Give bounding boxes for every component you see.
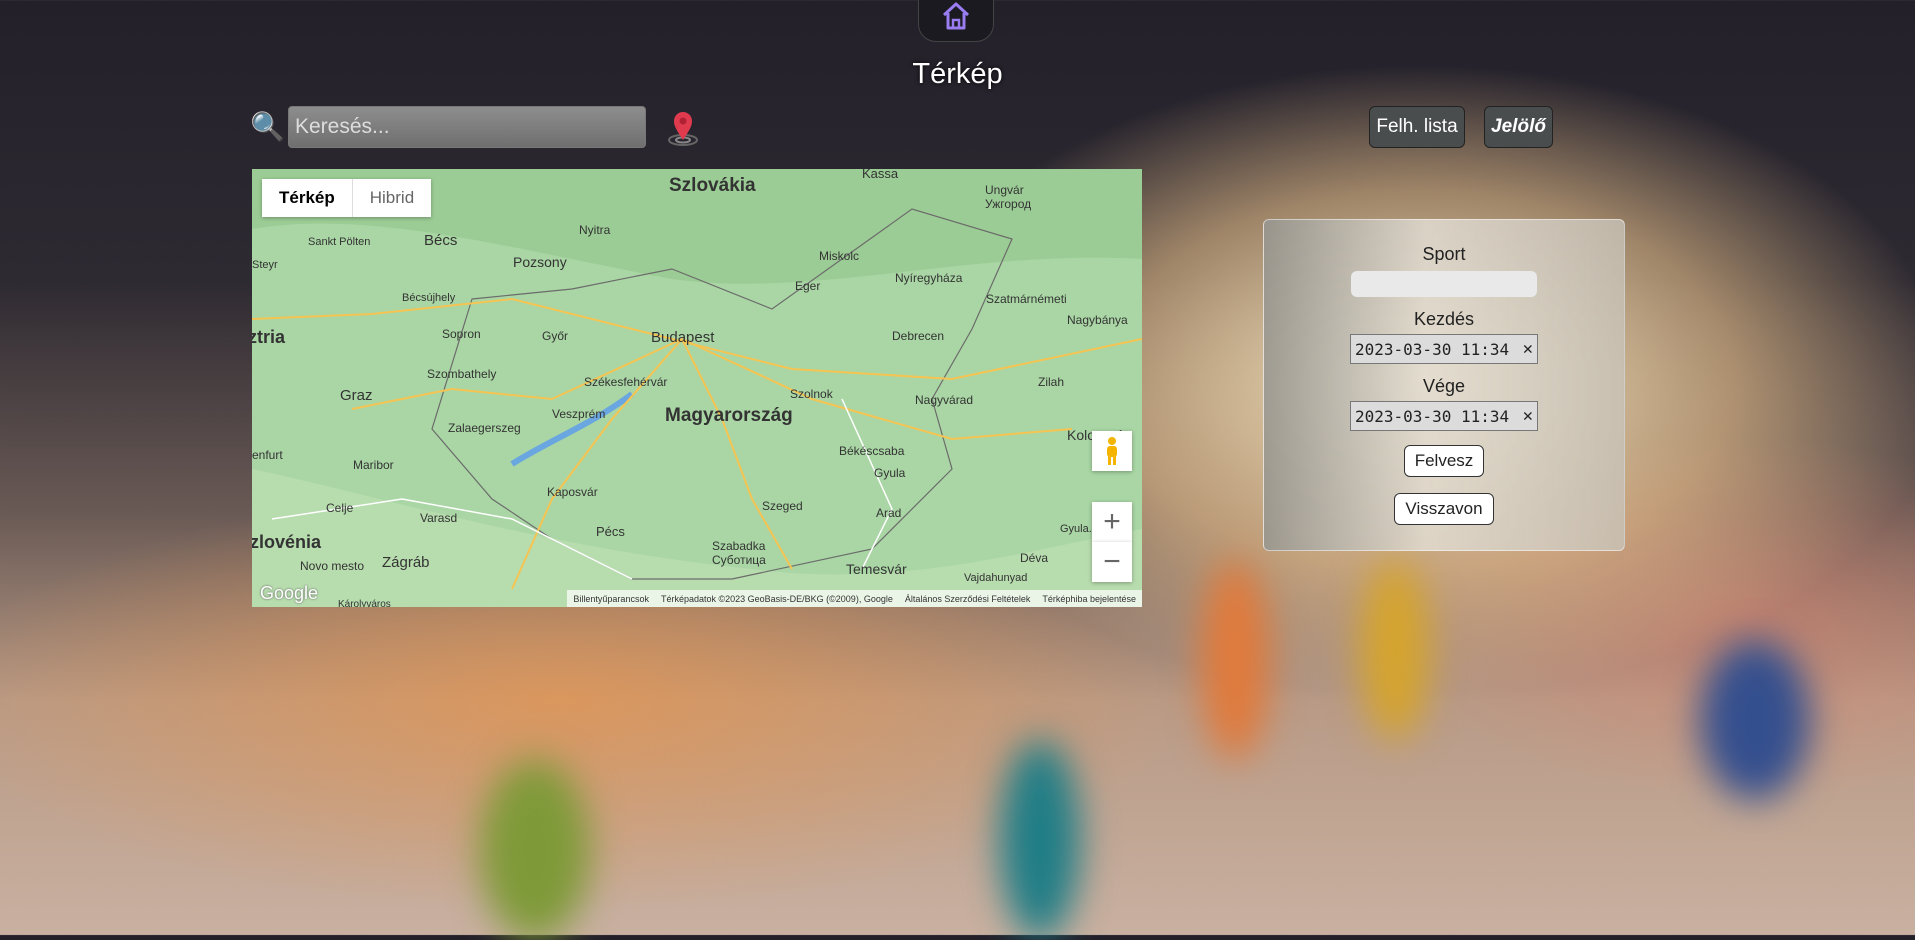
map-place-label: Békéscsaba bbox=[839, 444, 905, 458]
home-icon bbox=[942, 2, 970, 30]
map-place-label: Budapest bbox=[651, 329, 715, 346]
map-place-label: Bécsújhely bbox=[402, 292, 456, 304]
map-place-label: Szeged bbox=[762, 499, 803, 513]
keyboard-shortcuts-link[interactable]: Billentyűparancsok bbox=[573, 594, 649, 604]
map-type-tabs: Térkép Hibrid bbox=[262, 179, 432, 217]
report-error-link[interactable]: Térképhiba bejelentése bbox=[1042, 594, 1136, 604]
terms-link[interactable]: Általános Szerződési Feltételek bbox=[905, 594, 1031, 604]
map-place-label: Bécs bbox=[424, 232, 458, 249]
map-terrain bbox=[252, 169, 1142, 607]
map-place-label: Nagyvárad bbox=[915, 393, 974, 407]
zoom-out-button[interactable]: − bbox=[1092, 542, 1132, 582]
map-place-label: Eger bbox=[795, 279, 821, 293]
sport-field[interactable] bbox=[1351, 271, 1537, 297]
map-place-label: Szlovákia bbox=[669, 175, 756, 196]
map-place-label: Debrecen bbox=[892, 329, 945, 343]
map-place-label: enfurt bbox=[252, 448, 283, 462]
map-place-label: Pécs bbox=[596, 524, 625, 539]
search-input[interactable] bbox=[288, 106, 646, 148]
map-place-label: Magyarország bbox=[665, 405, 793, 426]
map-place-label: Pozsony bbox=[513, 254, 567, 270]
map-place-label: ztria bbox=[252, 327, 286, 347]
end-label: Vége bbox=[1422, 376, 1466, 396]
map-place-label: Graz bbox=[340, 387, 373, 404]
map-place-label: Ungvár Ужгород bbox=[985, 183, 1032, 211]
map-place-label: Kassa bbox=[862, 169, 899, 181]
user-list-button[interactable]: Felh. lista bbox=[1369, 106, 1465, 148]
start-datetime-field[interactable]: 2023-03-30 11:34 ✕ bbox=[1350, 334, 1538, 364]
home-button[interactable] bbox=[918, 0, 994, 42]
google-logo: Google bbox=[260, 583, 319, 603]
map-place-label: Déva bbox=[1020, 551, 1049, 565]
map-place-label: Gyula bbox=[874, 466, 906, 480]
pegman-icon bbox=[1107, 437, 1117, 465]
map-attribution: Billentyűparancsok Térképadatok ©2023 Ge… bbox=[567, 590, 1142, 607]
map-tab-terkep[interactable]: Térkép bbox=[262, 179, 352, 217]
undo-button[interactable]: Visszavon bbox=[1394, 493, 1494, 525]
map-data-credit: Térképadatok ©2023 GeoBasis-DE/BKG (©200… bbox=[660, 593, 893, 604]
map-place-label: Novo mesto bbox=[300, 559, 365, 573]
start-datetime-value: 2023-03-30 11:34 bbox=[1355, 339, 1510, 359]
page-title: Térkép bbox=[912, 58, 1003, 90]
clear-icon[interactable]: ✕ bbox=[1523, 406, 1533, 426]
map-place-label: Szabadka Суботица bbox=[712, 539, 766, 567]
location-pin-icon[interactable] bbox=[666, 110, 700, 150]
map-place-label: Maribor bbox=[353, 458, 394, 472]
end-datetime-field[interactable]: 2023-03-30 11:34 ✕ bbox=[1350, 401, 1538, 431]
map-place-label: Nagybánya bbox=[1067, 313, 1128, 327]
map-place-label: Szatmárnémeti bbox=[986, 292, 1067, 306]
map-place-label: Székesfehérvár bbox=[584, 375, 668, 389]
clear-icon[interactable]: ✕ bbox=[1523, 339, 1533, 359]
map-place-label: Szombathely bbox=[427, 367, 497, 381]
map-place-label: Varasd bbox=[420, 511, 458, 525]
map-place-label: Szolnok bbox=[790, 387, 833, 401]
street-view-button[interactable] bbox=[1092, 431, 1132, 471]
map-place-label: Zágráb bbox=[382, 554, 430, 571]
end-datetime-value: 2023-03-30 11:34 bbox=[1355, 406, 1510, 426]
background-blur-shape bbox=[1200, 560, 1270, 760]
map-place-label: Győr bbox=[542, 329, 569, 343]
add-button[interactable]: Felvesz bbox=[1403, 445, 1485, 477]
map-place-label: Zalaegerszeg bbox=[448, 421, 521, 435]
map-place-label: Sopron bbox=[442, 327, 481, 341]
zoom-in-button[interactable]: + bbox=[1092, 502, 1132, 543]
map-place-label: Miskolc bbox=[819, 249, 860, 263]
map-place-label: Steyr bbox=[252, 259, 278, 271]
map-place-label: Celje bbox=[326, 501, 354, 515]
marker-button[interactable]: Jelölő bbox=[1484, 106, 1553, 148]
map-place-label: Nyitra bbox=[579, 223, 611, 237]
map-place-label: zlovénia bbox=[252, 532, 322, 552]
map-place-label: Nyíregyháza bbox=[895, 271, 963, 285]
map-place-label: Zilah bbox=[1038, 375, 1065, 389]
map-view[interactable]: Szlovákia Magyarország Budapest Bécs Poz… bbox=[252, 169, 1142, 607]
event-form-panel: Sport Kezdés 2023-03-30 11:34 ✕ Vége 202… bbox=[1263, 219, 1625, 551]
background-blur-shape bbox=[1700, 640, 1810, 800]
background-blur-shape bbox=[480, 760, 590, 940]
map-place-label: Arad bbox=[876, 506, 902, 520]
background-blur-shape bbox=[1360, 560, 1430, 740]
map-tab-hibrid[interactable]: Hibrid bbox=[351, 179, 431, 217]
map-place-label: Károlyváros bbox=[338, 599, 391, 607]
map-place-label: Sankt Pölten bbox=[308, 236, 371, 248]
map-place-label: Vajdahunyad bbox=[964, 572, 1028, 584]
map-place-label: Veszprém bbox=[552, 407, 606, 421]
background-blur-shape bbox=[1000, 740, 1080, 940]
map-place-label: Kaposvár bbox=[547, 485, 598, 499]
start-label: Kezdés bbox=[1413, 309, 1475, 329]
search-icon: 🔍 bbox=[250, 110, 285, 143]
sport-label: Sport bbox=[1422, 244, 1466, 264]
map-place-label: Temesvár bbox=[846, 561, 907, 577]
